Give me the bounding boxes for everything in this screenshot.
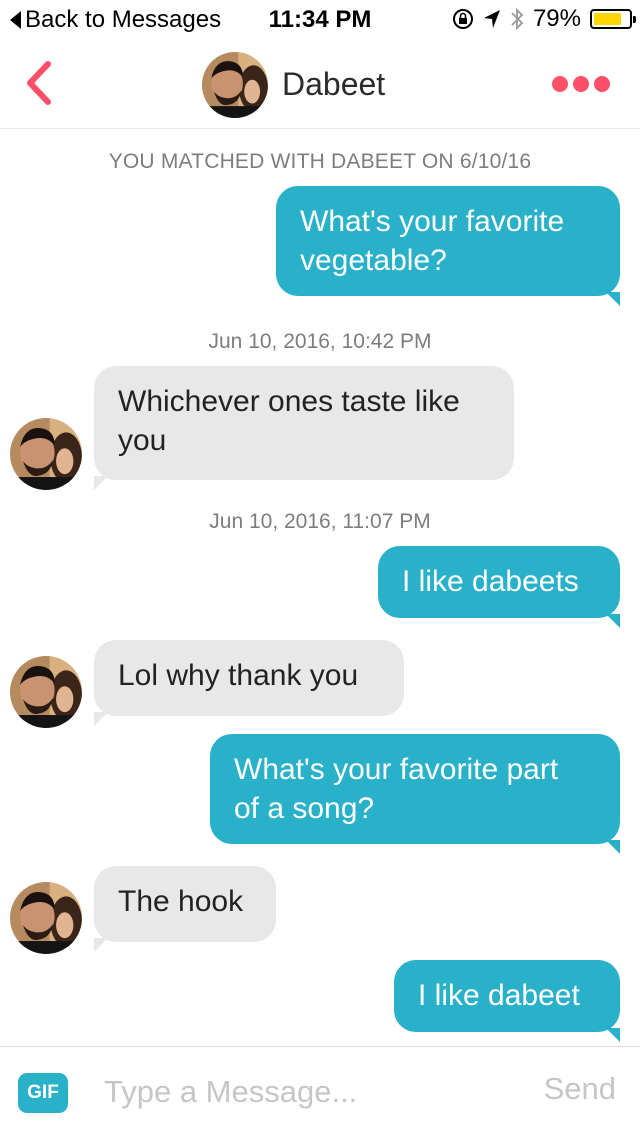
message-bubble-incoming: The hook <box>94 866 276 952</box>
match-banner: YOU MATCHED WITH DABEET ON 6/10/16 <box>108 150 532 173</box>
message-line: vegetable? <box>300 244 447 277</box>
message-bubble-outgoing: I like dabeets <box>378 546 620 628</box>
bluetooth-icon <box>511 7 524 31</box>
message-line: I like dabeets <box>402 565 579 598</box>
battery-percent: 79% <box>532 5 581 32</box>
more-dots-icon[interactable] <box>552 76 610 92</box>
message-timestamp: Jun 10, 2016, 10:42 PM <box>208 330 432 353</box>
chat-header: Dabeet <box>0 40 640 129</box>
message-bubble-outgoing: I like dabeet <box>394 960 620 1042</box>
status-icons: 79% <box>452 5 636 33</box>
back-chevron-icon[interactable] <box>20 58 60 108</box>
message-line: of a song? <box>234 792 375 825</box>
message-line: you <box>118 424 167 457</box>
message-bubble-incoming: Whichever ones taste like you <box>94 366 514 490</box>
contact-name[interactable]: Dabeet <box>282 66 385 103</box>
send-button[interactable]: Send <box>544 1071 616 1107</box>
contact-avatar[interactable] <box>10 418 82 490</box>
orientation-lock-icon <box>452 9 473 29</box>
battery-icon <box>590 9 636 29</box>
message-bubble-outgoing: What's your favorite part of a song? <box>210 734 620 854</box>
message-timestamp: Jun 10, 2016, 11:07 PM <box>209 510 431 533</box>
message-line: Whichever ones taste like <box>118 385 460 418</box>
message-composer: GIF Send <box>0 1046 640 1137</box>
status-bar: Back to Messages 11:34 PM 79% <box>0 0 640 40</box>
message-line: What's your favorite <box>300 205 565 238</box>
message-line: I like dabeet <box>418 979 580 1012</box>
message-line: What's your favorite part <box>234 753 559 786</box>
gif-button[interactable]: GIF <box>18 1073 68 1113</box>
message-line: The hook <box>118 885 244 918</box>
battery-level-fill <box>594 13 621 25</box>
dot <box>594 76 610 92</box>
location-arrow-icon <box>483 10 500 28</box>
dot <box>552 76 568 92</box>
message-input[interactable] <box>104 1069 504 1115</box>
message-bubble-incoming: Lol why thank you <box>94 640 404 726</box>
contact-avatar[interactable] <box>10 656 82 728</box>
message-line: Lol why thank you <box>118 659 359 692</box>
contact-avatar[interactable] <box>10 882 82 954</box>
message-bubble-outgoing: What's your favorite vegetable? <box>276 186 620 306</box>
dot <box>573 76 589 92</box>
header-avatar[interactable] <box>202 52 268 118</box>
